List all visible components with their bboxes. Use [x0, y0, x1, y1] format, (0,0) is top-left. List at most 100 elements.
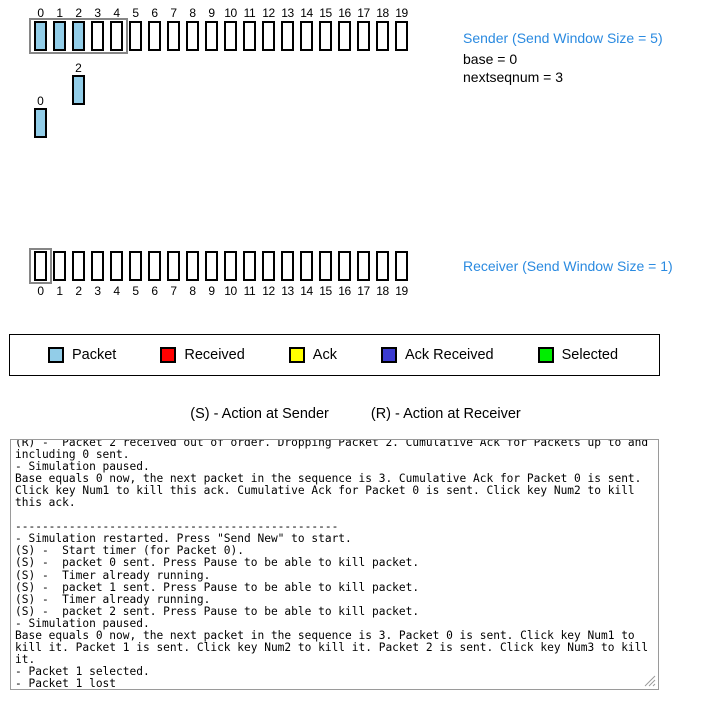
sender-slot-box-15 — [319, 21, 332, 51]
event-log-text[interactable]: (R) - Packet 2 received out of order. Dr… — [11, 440, 658, 689]
sender-slot-15[interactable] — [316, 20, 335, 52]
legend-swatch-1 — [160, 347, 177, 363]
receiver-slot-13[interactable] — [278, 250, 297, 282]
sender-slot-box-7 — [167, 21, 180, 51]
receiver-slot-box-4 — [110, 251, 123, 281]
receiver-slot-9[interactable] — [202, 250, 221, 282]
in-flight-packet-1[interactable] — [72, 75, 85, 105]
receiver-slot-box-11 — [243, 251, 256, 281]
key-receiver-label: (R) - Action at Receiver — [370, 406, 521, 422]
sender-slot-number-8: 8 — [189, 6, 196, 20]
receiver-slot-number-19: 19 — [395, 284, 408, 298]
receiver-title: Receiver (Send Window Size = 1) — [463, 258, 673, 274]
receiver-slot-box-6 — [148, 251, 161, 281]
event-log-panel[interactable]: (R) - Packet 2 received out of order. Dr… — [10, 439, 659, 690]
receiver-slot-number-10: 10 — [224, 284, 237, 298]
receiver-slot-number-0: 0 — [37, 284, 44, 298]
receiver-slot-number-4: 4 — [113, 284, 120, 298]
receiver-slot-12[interactable] — [259, 250, 278, 282]
receiver-slot-number-16: 16 — [338, 284, 351, 298]
sender-slot-14[interactable] — [297, 20, 316, 52]
sender-slot-18[interactable] — [373, 20, 392, 52]
sender-slot-number-12: 12 — [262, 6, 275, 20]
receiver-slot-15[interactable] — [316, 250, 335, 282]
legend-item-ack-received: Ack Received — [380, 347, 494, 363]
receiver-slot-number-5: 5 — [132, 284, 139, 298]
receiver-slot-7[interactable] — [164, 250, 183, 282]
sender-slot-19[interactable] — [392, 20, 411, 52]
sender-slot-13[interactable] — [278, 20, 297, 52]
sender-strip: 0 1 2 3 4 5 6 7 8 9 10 11 12 13 14 15 16 17 18 19 — [29, 6, 411, 54]
sender-slot-7[interactable] — [164, 20, 183, 52]
sender-slot-number-5: 5 — [132, 6, 139, 20]
receiver-slot-number-13: 13 — [281, 284, 294, 298]
receiver-slot-box-17 — [357, 251, 370, 281]
sender-slot-box-5 — [129, 21, 142, 51]
receiver-slot-10[interactable] — [221, 250, 240, 282]
sender-slot-box-8 — [186, 21, 199, 51]
receiver-slot-number-7: 7 — [170, 284, 177, 298]
receiver-slot-number-15: 15 — [319, 284, 332, 298]
action-key-line: (S) - Action at Sender (R) - Action at Re… — [0, 406, 711, 422]
sender-slot-4[interactable] — [107, 20, 126, 52]
receiver-slot-3[interactable] — [88, 250, 107, 282]
legend-item-packet: Packet — [48, 347, 116, 363]
sender-slot-number-3: 3 — [94, 6, 101, 20]
receiver-slot-16[interactable] — [335, 250, 354, 282]
sender-slot-box-0 — [34, 21, 47, 51]
sender-title: Sender (Send Window Size = 5) — [463, 30, 663, 46]
legend-label-3: Ack Received — [404, 347, 494, 363]
sender-slot-3[interactable] — [88, 20, 107, 52]
sender-slot-box-11 — [243, 21, 256, 51]
in-flight-packet-0[interactable] — [34, 108, 47, 138]
receiver-slot-0[interactable] — [31, 250, 50, 282]
sender-slot-box-4 — [110, 21, 123, 51]
sender-slot-9[interactable] — [202, 20, 221, 52]
sender-base-value: base = 0 — [463, 51, 518, 67]
receiver-slot-box-19 — [395, 251, 408, 281]
sender-slot-1[interactable] — [50, 20, 69, 52]
receiver-slot-6[interactable] — [145, 250, 164, 282]
sender-slot-17[interactable] — [354, 20, 373, 52]
receiver-slot-19[interactable] — [392, 250, 411, 282]
receiver-slot-box-2 — [72, 251, 85, 281]
sender-slot-box-6 — [148, 21, 161, 51]
sender-slot-number-13: 13 — [281, 6, 294, 20]
sender-slot-5[interactable] — [126, 20, 145, 52]
sender-slot-2[interactable] — [69, 20, 88, 52]
receiver-slot-2[interactable] — [69, 250, 88, 282]
sender-slot-10[interactable] — [221, 20, 240, 52]
sender-slot-box-14 — [300, 21, 313, 51]
receiver-slot-box-8 — [186, 251, 199, 281]
receiver-slot-17[interactable] — [354, 250, 373, 282]
sender-slot-12[interactable] — [259, 20, 278, 52]
receiver-slot-box-14 — [300, 251, 313, 281]
sender-slot-box-12 — [262, 21, 275, 51]
receiver-slot-8[interactable] — [183, 250, 202, 282]
receiver-slot-number-2: 2 — [75, 284, 82, 298]
receiver-slot-5[interactable] — [126, 250, 145, 282]
sender-slot-6[interactable] — [145, 20, 164, 52]
receiver-slot-4[interactable] — [107, 250, 126, 282]
sender-slot-number-11: 11 — [243, 6, 256, 20]
sender-slot-11[interactable] — [240, 20, 259, 52]
receiver-slot-cells — [29, 248, 411, 284]
sender-slot-16[interactable] — [335, 20, 354, 52]
legend-label-4: Selected — [561, 347, 619, 363]
sender-slot-number-18: 18 — [376, 6, 389, 20]
receiver-slot-14[interactable] — [297, 250, 316, 282]
sender-slot-number-16: 16 — [338, 6, 351, 20]
receiver-slot-box-18 — [376, 251, 389, 281]
sender-slot-cells — [29, 18, 411, 54]
receiver-slot-box-16 — [338, 251, 351, 281]
legend-swatch-4 — [537, 347, 554, 363]
receiver-slot-1[interactable] — [50, 250, 69, 282]
legend-swatch-0 — [48, 347, 64, 363]
receiver-slot-number-3: 3 — [94, 284, 101, 298]
receiver-slot-11[interactable] — [240, 250, 259, 282]
sender-slot-box-18 — [376, 21, 389, 51]
resize-grip-icon[interactable] — [644, 675, 656, 687]
receiver-slot-18[interactable] — [373, 250, 392, 282]
sender-slot-0[interactable] — [31, 20, 50, 52]
sender-slot-8[interactable] — [183, 20, 202, 52]
